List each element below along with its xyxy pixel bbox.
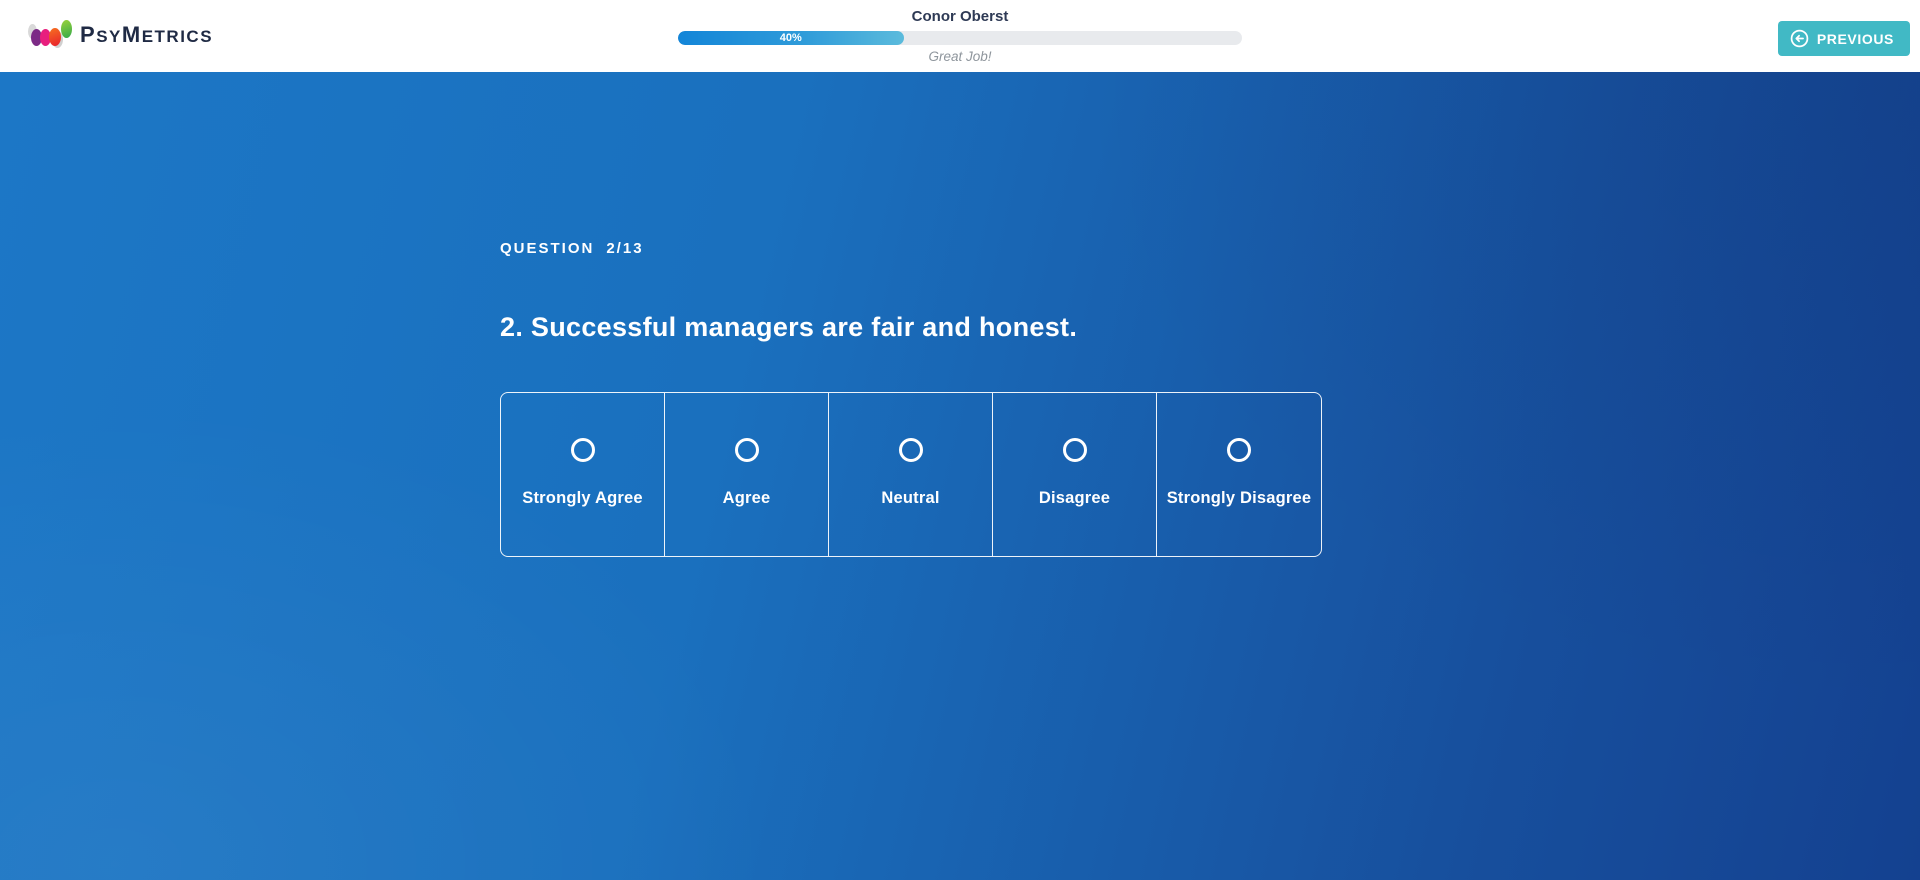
question-area: QUESTION 2/13 2. Successful managers are… (0, 72, 1920, 880)
previous-button[interactable]: PREVIOUS (1778, 21, 1910, 56)
encouragement-text: Great Job! (678, 49, 1242, 64)
radio-circle-icon[interactable] (899, 438, 923, 462)
option-label: Strongly Agree (522, 489, 642, 508)
progress-percent: 40% (780, 31, 802, 45)
option-label: Agree (723, 489, 771, 508)
option-label: Disagree (1039, 489, 1110, 508)
option-agree[interactable]: Agree (665, 393, 829, 556)
option-label: Neutral (881, 489, 939, 508)
option-label: Strongly Disagree (1167, 489, 1312, 508)
radio-circle-icon[interactable] (735, 438, 759, 462)
psymetrics-logo: PsyMetrics (28, 20, 213, 50)
candidate-name: Conor Oberst (678, 8, 1242, 26)
option-strongly-agree[interactable]: Strongly Agree (501, 393, 665, 556)
progress-bar: 40% (678, 31, 1242, 45)
question-counter-label: QUESTION (500, 240, 594, 257)
question-text: 2. Successful managers are fair and hone… (500, 311, 1330, 343)
question-counter: QUESTION 2/13 (500, 240, 1330, 257)
app-header: PsyMetrics Conor Oberst 40% Great Job! P… (0, 0, 1920, 72)
previous-button-label: PREVIOUS (1817, 31, 1894, 47)
logo-dots-icon (28, 20, 72, 50)
radio-circle-icon[interactable] (571, 438, 595, 462)
progress-section: Conor Oberst 40% Great Job! (678, 0, 1242, 72)
brand-name: PsyMetrics (80, 22, 213, 48)
progress-fill: 40% (678, 31, 904, 45)
option-disagree[interactable]: Disagree (993, 393, 1157, 556)
radio-circle-icon[interactable] (1063, 438, 1087, 462)
answer-options: Strongly Agree Agree Neutral Disagree St (500, 392, 1322, 557)
question-content: QUESTION 2/13 2. Successful managers are… (500, 240, 1330, 557)
radio-circle-icon[interactable] (1227, 438, 1251, 462)
question-counter-value: 2/13 (606, 240, 643, 257)
option-strongly-disagree[interactable]: Strongly Disagree (1157, 393, 1321, 556)
assessment-page: PsyMetrics Conor Oberst 40% Great Job! P… (0, 0, 1920, 880)
option-neutral[interactable]: Neutral (829, 393, 993, 556)
arrow-left-circle-icon (1790, 29, 1809, 48)
